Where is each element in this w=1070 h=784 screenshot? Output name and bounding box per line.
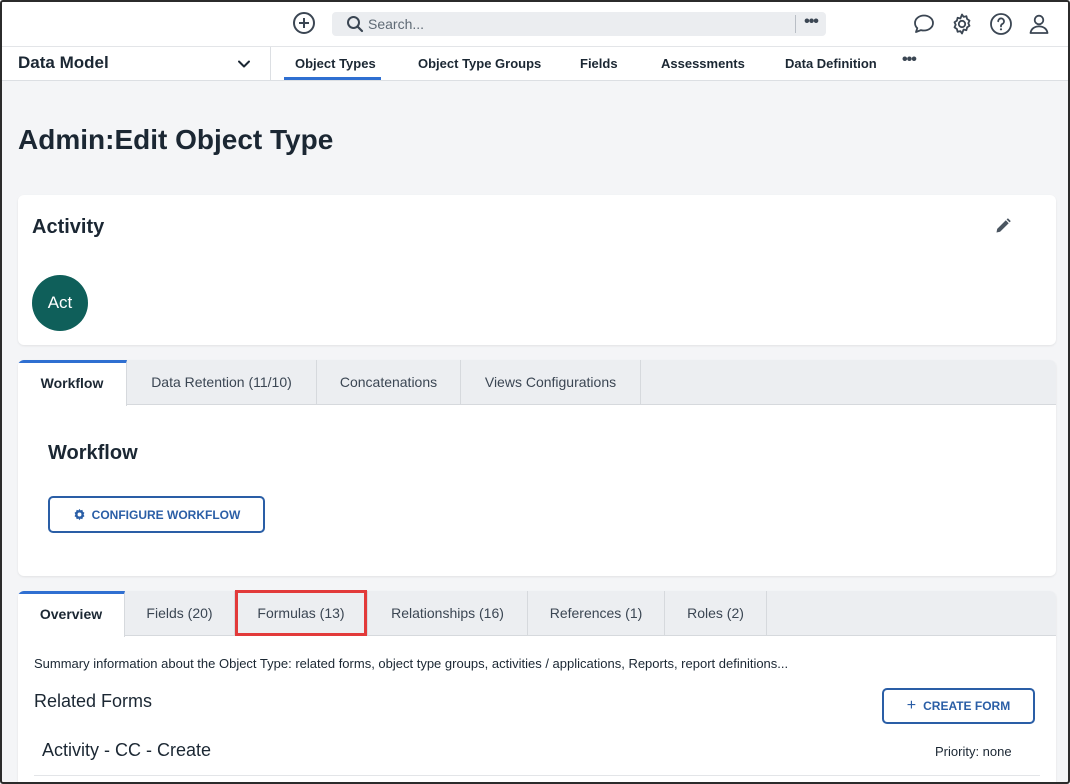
module-selector-label[interactable]: Data Model [18,53,109,73]
page-title-prefix: Admin [18,124,106,155]
pencil-icon[interactable] [994,217,1012,235]
tab-fields[interactable]: Fields (20) [125,591,235,636]
add-circle-icon[interactable] [292,11,316,35]
gear-icon[interactable] [950,12,974,36]
tab-data-retention[interactable]: Data Retention (11/10) [127,360,317,405]
create-form-button[interactable]: + CREATE FORM [882,688,1035,724]
nav-more-button[interactable]: ••• [902,51,917,69]
app-window: ••• Data Model Object Types Object Type … [0,0,1070,784]
page-title: Admin:Edit Object Type [18,124,333,156]
search-icon [347,16,364,33]
overview-summary: Summary information about the Object Typ… [34,656,789,671]
search-divider [795,15,796,33]
tab-views-configurations[interactable]: Views Configurations [461,360,641,405]
tab-concatenations[interactable]: Concatenations [317,360,461,405]
formulas-tab-highlight [235,590,367,636]
nav-tab-assessments[interactable]: Assessments [661,56,745,71]
gear-icon [74,508,85,521]
workflow-heading: Workflow [48,442,138,464]
related-form-priority: Priority: none [935,744,1012,759]
nav-tab-object-types[interactable]: Object Types [295,56,376,71]
object-type-name: Activity [32,216,105,238]
page-title-main: Edit Object Type [114,124,334,155]
nav-tab-data-definition[interactable]: Data Definition [785,56,877,71]
related-forms-heading: Related Forms [34,691,153,711]
object-type-card: Activity Act [18,195,1056,345]
overview-tabstrip: Overview Fields (20) Formulas (13) Relat… [18,591,1056,637]
search-bar: ••• [332,12,826,36]
tab-roles[interactable]: Roles (2) [665,591,767,636]
section-nav: Data Model Object Types Object Type Grou… [2,46,1068,81]
search-input[interactable] [368,13,788,35]
tab-workflow[interactable]: Workflow [18,360,127,406]
help-icon[interactable] [989,12,1013,36]
configure-workflow-label: CONFIGURE WORKFLOW [91,507,241,522]
search-more-button[interactable]: ••• [800,13,822,35]
avatar: Act [32,275,88,331]
top-bar: ••• [2,2,1068,46]
workflow-tabstrip: Workflow Data Retention (11/10) Concaten… [18,360,1056,406]
configure-workflow-button[interactable]: CONFIGURE WORKFLOW [48,496,265,533]
nav-tab-object-type-groups[interactable]: Object Type Groups [418,56,541,71]
related-form-name[interactable]: Activity - CC - Create [42,740,211,761]
chevron-down-icon[interactable] [236,56,252,72]
nav-active-indicator [284,77,381,80]
nav-tab-fields[interactable]: Fields [580,56,618,71]
nav-divider [270,47,271,81]
list-divider [34,775,1040,776]
workflow-panel: Workflow Data Retention (11/10) Concaten… [18,360,1056,576]
tab-overview[interactable]: Overview [18,591,125,637]
tab-references[interactable]: References (1) [528,591,665,636]
chat-icon[interactable] [912,12,936,36]
overview-panel: Overview Fields (20) Formulas (13) Relat… [18,591,1056,782]
plus-icon: + [906,697,917,714]
user-icon[interactable] [1027,12,1051,36]
create-form-label: CREATE FORM [923,699,1011,713]
tab-relationships[interactable]: Relationships (16) [368,591,528,636]
